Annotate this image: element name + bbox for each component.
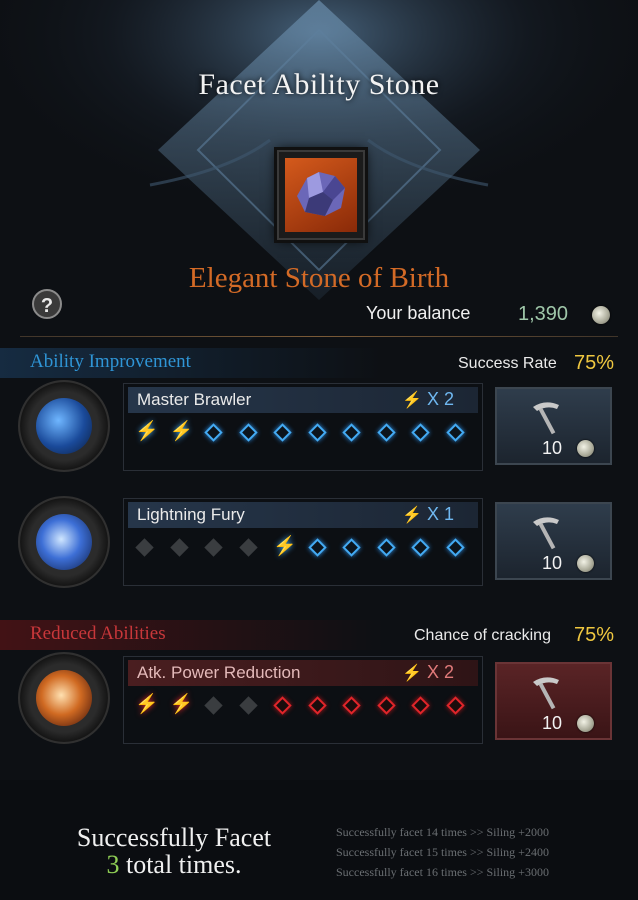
balance-label: Your balance <box>366 303 471 323</box>
slot-empty-icon <box>445 538 465 557</box>
facet-total-count: 3 <box>106 850 120 879</box>
slot-empty-icon <box>342 423 361 442</box>
slot-empty-icon <box>342 538 361 557</box>
divider <box>20 336 618 337</box>
slot-failed-icon <box>204 538 223 557</box>
slot-failed-icon <box>204 696 223 715</box>
reward-milestone: Successfully facet 16 times >> Siling +3… <box>336 865 549 879</box>
slot-empty-icon <box>445 696 465 715</box>
slot-empty-icon <box>376 538 396 557</box>
facet-button-lightning-fury[interactable]: 10 <box>495 502 612 580</box>
bolt-icon: ⚡ <box>402 507 422 524</box>
silver-coin-icon <box>592 306 610 324</box>
slot-empty-icon <box>273 423 292 442</box>
slot-empty-icon <box>376 423 396 442</box>
slot-success-icon: ⚡ <box>135 694 159 715</box>
ability-improvement-label: Ability Improvement <box>30 351 191 372</box>
success-rate-label: Success Rate <box>458 355 557 372</box>
lightning-icon <box>36 514 92 570</box>
ability-row-atk-power-reduction: Atk. Power Reduction ⚡ X 2 ⚡ ⚡ <box>123 656 483 744</box>
lightning-fury-medal <box>18 496 110 588</box>
slot-empty-icon <box>273 696 292 715</box>
slot-empty-icon <box>307 423 327 442</box>
facet-summary-line1: Successfully Facet <box>76 823 272 852</box>
bolt-icon: ⚡ <box>402 665 422 682</box>
cracking-chance-label: Chance of cracking <box>414 627 551 644</box>
facet-cost: 10 <box>542 713 563 733</box>
sword-icon <box>36 670 92 726</box>
silver-coin-icon <box>577 555 594 572</box>
slot-empty-icon <box>307 538 327 557</box>
balance-value: 1,390 <box>518 303 569 325</box>
question-mark-icon[interactable]: ? <box>32 289 62 319</box>
stone-name: Elegant Stone of Birth <box>188 262 450 294</box>
slot-empty-icon <box>376 696 396 715</box>
slot-empty-icon <box>307 696 327 715</box>
cracking-chance-value: 75% <box>574 624 615 646</box>
slot-empty-icon <box>411 696 430 715</box>
facet-summary-line2: 3 total times. <box>24 851 324 878</box>
multiplier: ⚡ X 2 <box>402 662 454 682</box>
ability-name: Lightning Fury <box>137 505 245 524</box>
page-title: Facet Ability Stone <box>198 68 440 101</box>
slot-failed-icon <box>238 538 258 557</box>
slot-failed-icon <box>169 538 189 557</box>
bolt-icon: ⚡ <box>402 392 422 409</box>
reduced-abilities-header: Reduced Abilities Chance of cracking 75% <box>0 620 638 650</box>
hammer-icon <box>533 677 559 710</box>
slot-empty-icon <box>204 423 223 442</box>
facet-cost: 10 <box>542 553 563 573</box>
reward-milestone: Successfully facet 14 times >> Siling +2… <box>336 825 549 839</box>
facet-cost: 10 <box>542 438 563 458</box>
slot-failed-icon <box>238 696 258 715</box>
ability-improvement-header: Ability Improvement Success Rate 75% <box>0 348 638 378</box>
slot-empty-icon <box>342 696 361 715</box>
multiplier: ⚡ X 2 <box>402 389 454 409</box>
slot-success-icon: ⚡ <box>169 421 194 442</box>
silver-coin-icon <box>577 715 594 732</box>
reward-milestones: Successfully facet 14 times >> Siling +2… <box>336 822 636 882</box>
ability-row-lightning-fury: Lightning Fury ⚡ X 1 ⚡ <box>123 498 483 586</box>
hammer-icon <box>533 402 559 435</box>
slot-empty-icon <box>238 423 258 442</box>
slot-empty-icon <box>445 423 465 442</box>
crystal-icon <box>297 172 345 216</box>
ability-row-master-brawler: Master Brawler ⚡ X 2 ⚡ ⚡ <box>123 383 483 471</box>
master-brawler-medal <box>18 380 110 472</box>
slot-success-icon: ⚡ <box>169 694 194 715</box>
ability-name: Master Brawler <box>137 390 252 409</box>
success-rate-value: 75% <box>574 352 615 374</box>
slot-failed-icon <box>135 538 154 557</box>
stone-item-slot <box>277 150 365 240</box>
reward-milestone: Successfully facet 15 times >> Siling +2… <box>336 845 549 859</box>
silver-coin-icon <box>577 440 594 457</box>
slot-empty-icon <box>411 538 430 557</box>
ability-name: Atk. Power Reduction <box>137 663 301 682</box>
facet-button-atk-power-reduction[interactable]: 10 <box>495 662 612 740</box>
fist-icon <box>36 398 92 454</box>
hammer-icon <box>533 517 559 550</box>
slot-empty-icon <box>411 423 430 442</box>
slot-success-icon: ⚡ <box>273 536 297 557</box>
facet-button-master-brawler[interactable]: 10 <box>495 387 612 465</box>
reduced-abilities-label: Reduced Abilities <box>30 623 166 644</box>
multiplier: ⚡ X 1 <box>402 504 454 524</box>
atk-power-reduction-medal <box>18 652 110 744</box>
facet-total-summary: Successfully Facet 3 total times. <box>24 824 324 878</box>
facet-summary-suffix: total times. <box>119 850 242 879</box>
slot-success-icon: ⚡ <box>135 421 159 442</box>
